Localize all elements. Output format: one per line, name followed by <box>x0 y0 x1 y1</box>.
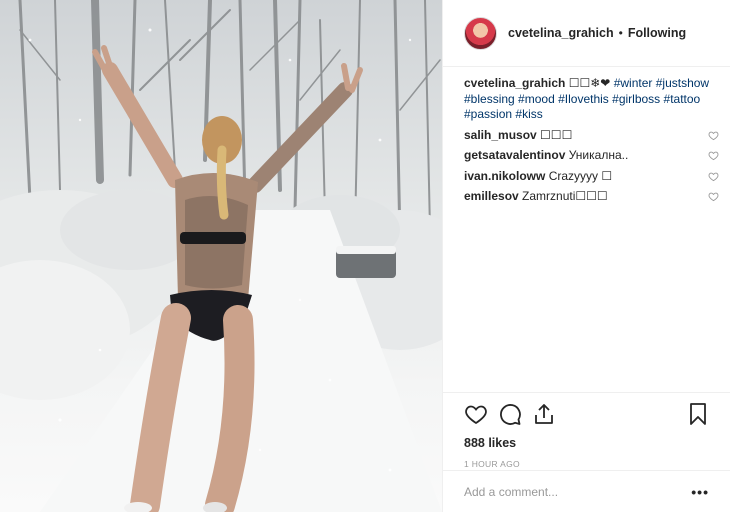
hashtag-link[interactable]: #tattoo <box>664 92 701 106</box>
action-icons <box>464 401 710 427</box>
comment-username[interactable]: getsatavalentinov <box>464 148 565 162</box>
like-heart-icon[interactable] <box>464 402 488 426</box>
like-comment-heart-icon[interactable] <box>708 171 719 182</box>
comment-text: Уникална.. <box>568 148 629 162</box>
like-comment-heart-icon[interactable] <box>708 150 719 161</box>
hashtag-link[interactable]: #girlboss <box>612 92 660 106</box>
post-header: cvetelina_grahich • Following <box>443 0 730 67</box>
share-upload-icon[interactable] <box>532 402 556 426</box>
hashtag-link[interactable]: #mood <box>518 92 555 106</box>
hashtag-link[interactable]: #winter <box>614 76 653 90</box>
comment-item: emillesov Zamrznuti☐☐☐ <box>464 189 719 205</box>
comment-username[interactable]: emillesov <box>464 189 519 203</box>
hashtag-link[interactable]: #kiss <box>515 107 542 121</box>
comment-item: getsatavalentinov Уникална.. <box>464 148 719 164</box>
comments-list: cvetelina_grahich ☐☐❄❤ #winter #justshow… <box>464 76 719 205</box>
post-sidebar: cvetelina_grahich • Following cvetelina_… <box>442 0 730 512</box>
hashtag-link[interactable]: #Ilovethis <box>558 92 609 106</box>
post-timestamp[interactable]: 1 HOUR AGO <box>464 459 710 469</box>
comment-username[interactable]: salih_musov <box>464 128 537 142</box>
post-actions: 888 likes 1 HOUR AGO <box>443 392 730 469</box>
more-options-icon[interactable]: ••• <box>691 484 709 500</box>
add-comment-input[interactable] <box>464 484 692 499</box>
header-username[interactable]: cvetelina_grahich <box>508 26 614 40</box>
comment-item: ivan.nikoloww Crazyyyy ☐ <box>464 169 719 185</box>
hashtag-link[interactable]: #justshow <box>656 76 709 90</box>
like-comment-heart-icon[interactable] <box>708 130 719 141</box>
caption: cvetelina_grahich ☐☐❄❤ #winter #justshow… <box>464 76 719 123</box>
add-comment-bar: ••• <box>443 470 730 512</box>
post-photo[interactable] <box>0 0 442 512</box>
like-comment-heart-icon[interactable] <box>708 191 719 202</box>
caption-emoji: ☐☐❄❤ <box>568 76 611 90</box>
avatar[interactable] <box>464 16 497 50</box>
following-button[interactable]: Following <box>628 26 686 40</box>
comment-text: ☐☐☐ <box>540 127 573 142</box>
header-separator: • <box>618 26 623 40</box>
snowy-forest-image <box>0 0 442 512</box>
caption-username[interactable]: cvetelina_grahich <box>464 76 565 90</box>
comment-username[interactable]: ivan.nikoloww <box>464 169 545 183</box>
hashtag-link[interactable]: #blessing <box>464 92 515 106</box>
like-count[interactable]: 888 likes <box>464 436 710 450</box>
comment-bubble-icon[interactable] <box>498 402 522 426</box>
hashtag-link[interactable]: #passion <box>464 107 512 121</box>
save-bookmark-icon[interactable] <box>686 402 710 426</box>
comment-item: salih_musov ☐☐☐ <box>464 128 719 144</box>
comment-text: Crazyyyy ☐ <box>548 168 613 183</box>
comment-text: Zamrznuti☐☐☐ <box>522 189 608 203</box>
